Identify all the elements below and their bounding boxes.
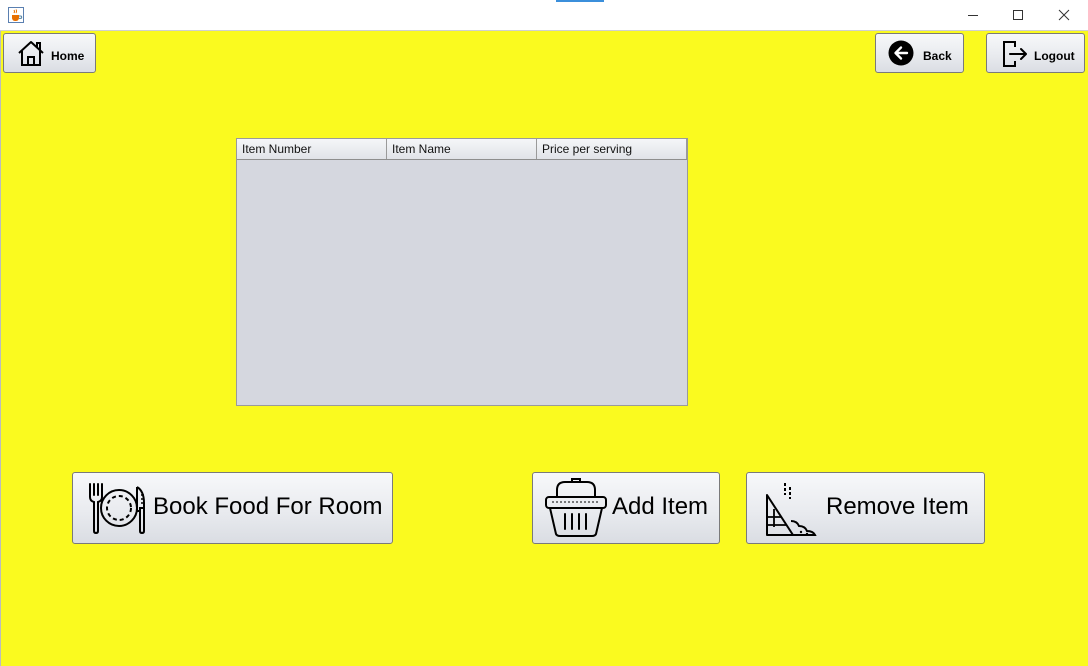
- window-left-border: [0, 31, 1, 666]
- back-button[interactable]: Back: [875, 33, 964, 73]
- titlebar-accent: [556, 0, 604, 2]
- home-icon: [18, 41, 44, 66]
- menu-items-table[interactable]: Item Number Item Name Price per serving: [236, 138, 688, 406]
- java-cup-icon: [8, 7, 24, 23]
- table-body[interactable]: [237, 160, 687, 405]
- close-icon: [1058, 9, 1070, 21]
- column-header-price-per-serving[interactable]: Price per serving: [537, 139, 687, 159]
- add-item-label: Add Item: [612, 493, 709, 520]
- book-food-for-room-button[interactable]: Book Food For Room: [72, 472, 393, 544]
- logout-button[interactable]: Logout: [986, 33, 1085, 73]
- column-header-item-name[interactable]: Item Name: [387, 139, 537, 159]
- minimize-icon: [968, 15, 978, 16]
- remove-item-button[interactable]: Remove Item: [746, 472, 985, 544]
- logout-button-label: Logout: [1034, 49, 1075, 63]
- table-header: Item Number Item Name Price per serving: [237, 139, 687, 160]
- minimize-button[interactable]: [950, 0, 996, 30]
- close-button[interactable]: [1041, 0, 1087, 30]
- arrow-left-circle-icon: [888, 40, 914, 66]
- home-button[interactable]: Home: [3, 33, 96, 73]
- plate-cutlery-icon: [89, 483, 145, 535]
- add-item-button[interactable]: Add Item: [532, 472, 720, 544]
- maximize-button[interactable]: [995, 0, 1041, 30]
- logout-icon: [1003, 41, 1027, 67]
- basket-icon: [545, 478, 607, 537]
- spill-remove-icon: [766, 483, 817, 536]
- home-button-label: Home: [51, 49, 85, 63]
- remove-item-label: Remove Item: [826, 493, 969, 520]
- back-button-label: Back: [923, 49, 952, 63]
- window-titlebar: [0, 0, 1088, 31]
- maximize-icon: [1013, 10, 1023, 20]
- column-header-item-number[interactable]: Item Number: [237, 139, 387, 159]
- book-food-for-room-label: Book Food For Room: [153, 493, 383, 520]
